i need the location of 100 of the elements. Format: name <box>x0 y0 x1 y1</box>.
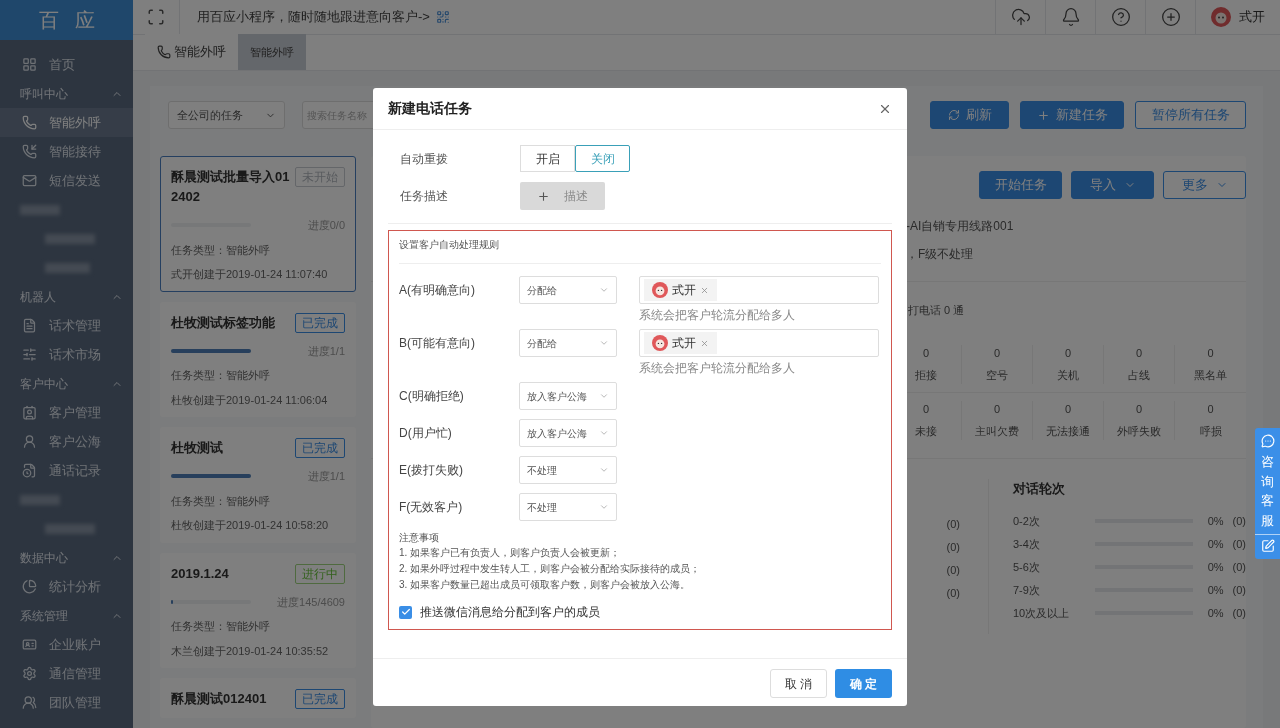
status-tag: 已完成 <box>295 438 345 458</box>
stat-value: 0 <box>993 401 1001 417</box>
nav-icon <box>22 173 37 188</box>
rule-label: F(无效客户) <box>399 499 464 516</box>
caret-icon <box>599 285 609 295</box>
nav-icon <box>22 463 37 478</box>
stat-label: 占线 <box>1128 368 1150 383</box>
nav-icon <box>22 115 37 130</box>
stat-label: 空号 <box>986 368 1008 383</box>
add-icon[interactable] <box>1160 7 1181 27</box>
toolbar-button[interactable]: 暂停所有任务 <box>1135 101 1246 129</box>
toggle-option[interactable]: 开启 <box>520 145 575 172</box>
percent-text: 0% <box>1206 606 1224 621</box>
caret-icon <box>599 465 609 475</box>
count-text: (0) <box>946 539 960 555</box>
assignee-tag: 式开 <box>644 279 717 301</box>
stat-value: 0 <box>993 345 1001 361</box>
stat-value: 0 <box>1064 401 1072 417</box>
qr-code-icon[interactable] <box>435 10 450 24</box>
stat-value: 0 <box>922 401 930 417</box>
stat-label: 主叫欠费 <box>975 424 1019 439</box>
checkbox-label: 推送微信消息给分配到客户的成员 <box>420 604 600 621</box>
nav-icon <box>22 347 37 362</box>
task-title: 杜牧测试标签功能 <box>171 313 276 332</box>
rule-label: A(有明确意向) <box>399 282 476 299</box>
status-tag: 进行中 <box>295 563 345 584</box>
remove-icon[interactable] <box>700 285 709 295</box>
task-title: 杜牧测试 <box>171 439 224 457</box>
consult-text: 咨询客服 <box>1261 453 1274 530</box>
stat-label: 呼损 <box>1199 424 1222 439</box>
sidebar-item[interactable]: 短信发送 <box>0 166 133 195</box>
remove-icon[interactable] <box>700 338 709 348</box>
info-text: ，F级不处理 <box>906 246 975 263</box>
select-field[interactable]: 放入客户公海 <box>519 382 617 410</box>
hint-text: 系统会把客户轮流分配给多人 <box>639 307 796 323</box>
action-button[interactable]: 开始任务 <box>979 171 1062 199</box>
avatar-icon <box>1211 7 1231 27</box>
caret-icon <box>599 391 609 401</box>
user-menu[interactable]: 式开 <box>1195 0 1280 34</box>
plus-icon <box>1036 108 1050 122</box>
count-text: (0) <box>1232 606 1246 621</box>
confirm-button[interactable]: 确 定 <box>835 669 892 698</box>
stat-label: 外呼失败 <box>1117 424 1161 439</box>
task-title: 酥晨测试批量导入012402 <box>171 168 291 206</box>
assignee-field[interactable]: 式开 <box>639 329 879 357</box>
help-icon[interactable] <box>1110 7 1131 27</box>
promo-text: 用百应小程序，随时随地跟进意向客户-> <box>197 8 430 27</box>
rule-label: C(明确拒绝) <box>399 388 465 405</box>
caret-icon <box>599 338 609 348</box>
consult-tab[interactable]: 咨询客服 <box>1255 428 1280 559</box>
sidebar-item[interactable]: 智能接待 <box>0 137 133 166</box>
plus-icon <box>537 189 550 203</box>
select-field[interactable]: 不处理 <box>519 456 617 484</box>
sidebar-item[interactable]: 话术市场 <box>0 340 133 369</box>
task-title: 酥晨测试012401 <box>171 690 268 708</box>
assignee-field[interactable]: 式开 <box>639 276 879 304</box>
avatar-icon <box>652 335 668 351</box>
add-description-button[interactable]: 描述 <box>520 182 605 210</box>
notes-title: 注意事项 <box>399 531 440 545</box>
section-header: 客户中心 <box>20 375 68 393</box>
task-card[interactable]: 酥晨测试012401 已完成 <box>160 678 356 718</box>
toggle-option[interactable]: 关闭 <box>575 145 630 172</box>
nav-icon <box>22 405 37 420</box>
sidebar-item[interactable]: 企业账户 <box>0 630 133 659</box>
checkbox[interactable] <box>399 605 412 619</box>
count-text: (0) <box>1232 537 1246 552</box>
nav-icon <box>22 57 37 72</box>
section-title: 设置客户自动处理规则 <box>399 238 500 252</box>
select-field[interactable]: 放入客户公海 <box>519 419 617 447</box>
stat-label: 未接 <box>915 424 937 439</box>
round-label: 7-9次 <box>1013 583 1041 598</box>
select-field[interactable]: 分配给 <box>519 276 617 304</box>
stat-value: 0 <box>1207 401 1214 417</box>
toolbar-button[interactable]: 刷新 <box>930 101 1009 129</box>
fullscreen-icon[interactable] <box>147 8 165 26</box>
field-label: 自动重拨 <box>399 150 449 168</box>
task-type: 任务类型：智能外呼 <box>171 368 271 383</box>
action-button[interactable]: 导入 <box>1071 171 1154 199</box>
cancel-button[interactable]: 取 消 <box>770 669 827 698</box>
sidebar-item[interactable]: 智能外呼 <box>0 108 133 137</box>
nav-icon <box>22 144 37 159</box>
task-type: 任务类型：智能外呼 <box>171 242 271 258</box>
stat-value: 0 <box>922 345 930 361</box>
calls-text: 打电话 0 通 <box>908 304 965 316</box>
phone-icon <box>157 45 171 59</box>
info-text: -AI自销专用线路001 <box>906 218 1015 235</box>
toolbar-button[interactable]: 新建任务 <box>1020 101 1124 129</box>
select-field[interactable]: 分配给 <box>519 329 617 357</box>
scope-select[interactable]: 全公司的任务 <box>168 101 285 129</box>
count-text: (0) <box>946 562 960 578</box>
bell-icon[interactable] <box>1060 7 1081 27</box>
select-field[interactable]: 不处理 <box>519 493 617 521</box>
cloud-upload-icon[interactable] <box>1010 7 1031 27</box>
page-tab[interactable]: 智能外呼 <box>238 34 306 70</box>
task-created: 木兰创建于2019-01-24 10:35:52 <box>171 643 330 659</box>
note-text: 2. 如果外呼过程中发生转人工，则客户会被分配给实际接待的成员； <box>399 562 702 576</box>
action-button[interactable]: 更多 <box>1163 171 1246 199</box>
stat-value: 0 <box>1135 401 1143 417</box>
hint-text: 系统会把客户轮流分配给多人 <box>639 360 796 376</box>
percent-text: 0% <box>1206 537 1224 552</box>
